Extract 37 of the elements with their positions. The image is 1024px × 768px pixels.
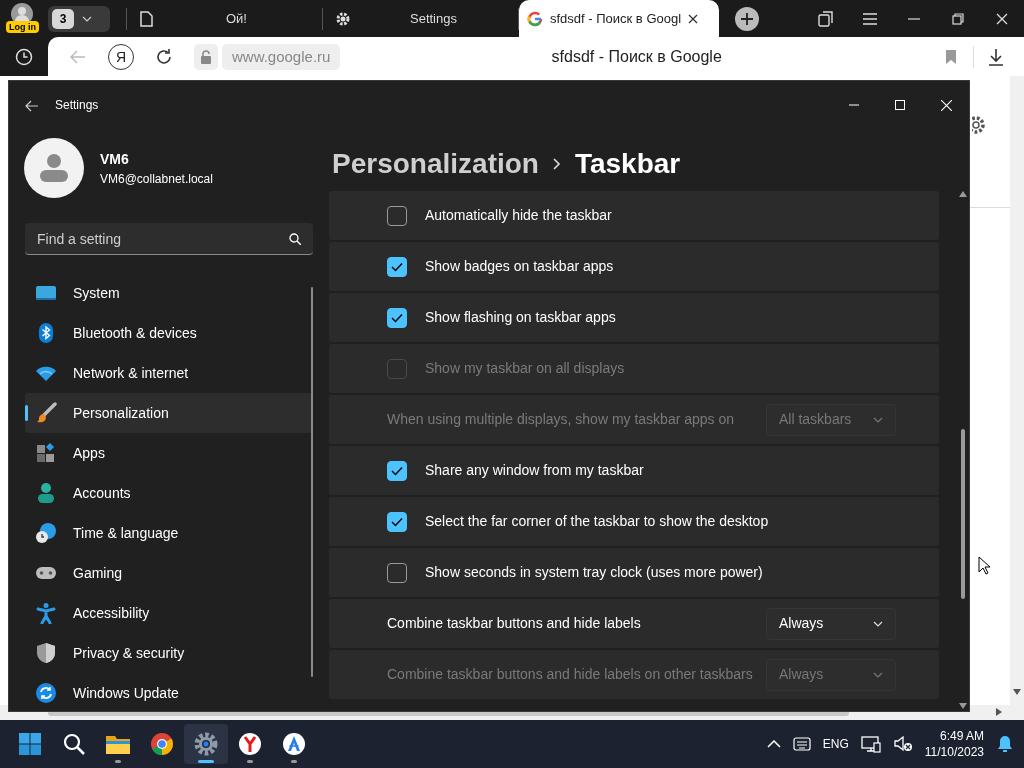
page-title: sfdsdf - Поиск в Google — [550, 46, 723, 67]
option-label: Select the far corner of the taskbar to show the desktop — [425, 512, 770, 531]
browser-tab[interactable]: Ой! — [127, 0, 322, 37]
option-label: Automatically hide the taskbar — [425, 206, 613, 225]
nav-item[interactable]: Windows Update — [25, 673, 313, 712]
browser-tab[interactable]: sfdsdf - Поиск в Googl — [519, 0, 719, 37]
nav-item[interactable]: Personalization — [25, 393, 313, 433]
user-email: VM6@collabnet.local — [100, 170, 213, 188]
option-label: Combine taskbar buttons and hide labels on other taskbars — [387, 665, 754, 684]
option-label: Show flashing on taskbar apps — [425, 308, 617, 327]
nav-item[interactable]: Accounts — [25, 473, 313, 513]
option-label: Show badges on taskbar apps — [425, 257, 615, 276]
search-field[interactable]: Find a setting — [25, 223, 313, 255]
user-name: VM6 — [100, 149, 130, 169]
login-badge[interactable]: Log in — [6, 21, 39, 33]
nav-item[interactable]: Time & language — [25, 513, 313, 553]
clock[interactable]: 6:49 AM 11/10/2023 — [924, 728, 984, 760]
nav-item[interactable]: System — [25, 273, 313, 313]
dropdown[interactable]: Always — [766, 607, 896, 640]
language-indicator[interactable]: ENG — [822, 735, 849, 753]
nav-item[interactable]: Gaming — [25, 553, 313, 593]
option-label: Combine taskbar buttons and hide labels — [387, 614, 642, 633]
nav-item[interactable]: Accessibility — [25, 593, 313, 633]
option-label: Show seconds in system tray clock (uses more power) — [425, 563, 764, 582]
nav-item[interactable]: Privacy & security — [25, 633, 313, 673]
option-label: Show my taskbar on all displays — [425, 359, 626, 378]
breadcrumb-link[interactable]: Personalization — [332, 143, 539, 185]
window-title: Settings — [55, 97, 99, 114]
nav-item[interactable]: Network & internet — [25, 353, 313, 393]
yandex-button[interactable]: Я — [108, 43, 134, 70]
page-heading: Taskbar — [574, 147, 681, 181]
nav-item[interactable]: Apps — [25, 433, 313, 473]
nav-item[interactable]: Bluetooth & devices — [25, 313, 313, 353]
option-label: Share any window from my taskbar — [425, 461, 645, 480]
browser-tab[interactable]: Settings — [323, 0, 518, 37]
tab-count-button[interactable]: 3 — [48, 5, 110, 32]
option-label: When using multiple displays, show my taskbar apps on — [387, 410, 736, 429]
